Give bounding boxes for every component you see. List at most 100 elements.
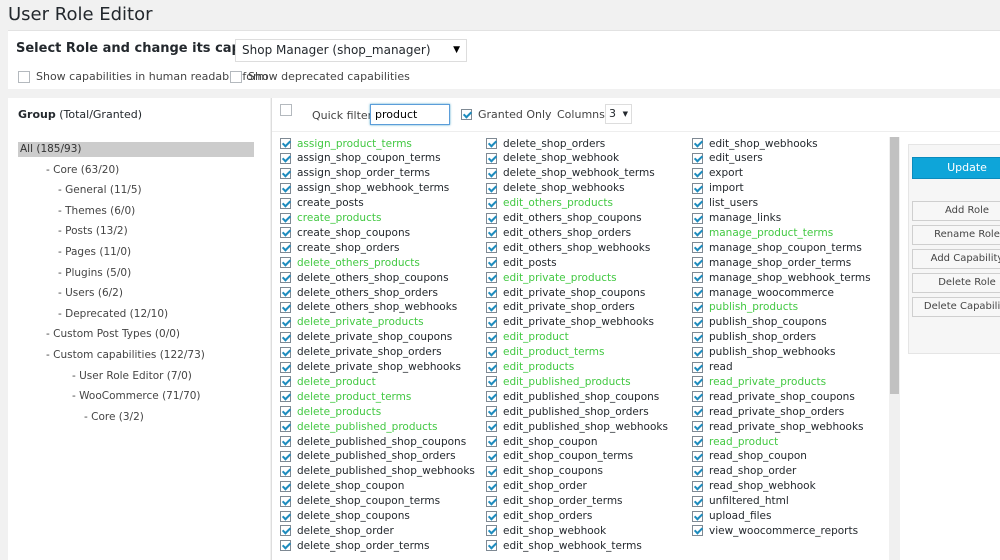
capability-item[interactable]: read_shop_webhook xyxy=(692,479,816,494)
group-item[interactable]: - Deprecated (12/10) xyxy=(58,307,168,322)
delete-capability-button[interactable]: Delete Capability xyxy=(912,297,1000,317)
capability-checkbox[interactable] xyxy=(486,495,497,507)
capability-item[interactable]: manage_shop_coupon_terms xyxy=(692,240,862,255)
capability-checkbox[interactable] xyxy=(486,436,497,447)
granted-only-option[interactable]: Granted Only xyxy=(461,108,552,121)
capability-item[interactable]: publish_shop_coupons xyxy=(692,315,827,330)
capability-checkbox[interactable] xyxy=(486,212,497,224)
capability-checkbox[interactable] xyxy=(692,510,703,522)
capability-checkbox[interactable] xyxy=(692,495,703,507)
capability-checkbox[interactable] xyxy=(280,540,291,552)
capability-item[interactable]: edit_private_shop_coupons xyxy=(486,285,645,300)
capability-checkbox[interactable] xyxy=(692,152,703,164)
capability-item[interactable]: edit_shop_order_terms xyxy=(486,494,623,509)
group-item[interactable]: - WooCommerce (71/70) xyxy=(72,389,201,404)
capability-item[interactable]: edit_product_terms xyxy=(486,345,604,360)
capability-checkbox[interactable] xyxy=(692,465,703,477)
capability-item[interactable]: upload_files xyxy=(692,509,771,524)
capability-checkbox[interactable] xyxy=(486,525,497,537)
capability-checkbox[interactable] xyxy=(280,406,291,418)
capability-checkbox[interactable] xyxy=(486,346,497,358)
capability-item[interactable]: delete_published_shop_orders xyxy=(280,449,456,464)
group-item[interactable]: - Plugins (5/0) xyxy=(58,266,131,281)
capability-item[interactable]: edit_shop_orders xyxy=(486,509,592,524)
capability-checkbox[interactable] xyxy=(486,480,497,492)
capability-checkbox[interactable] xyxy=(280,376,291,388)
select-all-checkbox[interactable] xyxy=(280,104,292,116)
capability-checkbox[interactable] xyxy=(280,212,291,224)
capability-item[interactable]: publish_products xyxy=(692,300,798,315)
capability-checkbox[interactable] xyxy=(486,376,497,388)
capability-item[interactable]: create_posts xyxy=(280,196,364,211)
capability-item[interactable]: edit_others_shop_webhooks xyxy=(486,240,650,255)
group-item[interactable]: - Custom capabilities (122/73) xyxy=(46,348,205,363)
capability-item[interactable]: delete_others_products xyxy=(280,255,420,270)
capability-item[interactable]: delete_shop_webhook xyxy=(486,151,619,166)
group-item[interactable]: - Users (6/2) xyxy=(58,286,123,301)
capability-item[interactable]: read_private_products xyxy=(692,374,826,389)
capability-checkbox[interactable] xyxy=(280,227,291,239)
capability-checkbox[interactable] xyxy=(280,465,291,477)
capability-item[interactable]: delete_shop_webhooks xyxy=(486,181,625,196)
capability-item[interactable]: create_shop_orders xyxy=(280,240,400,255)
capability-item[interactable]: assign_product_terms xyxy=(280,136,412,151)
capability-item[interactable]: edit_others_products xyxy=(486,196,613,211)
capability-item[interactable]: edit_products xyxy=(486,360,574,375)
capability-item[interactable]: delete_products xyxy=(280,404,381,419)
capability-item[interactable]: delete_published_shop_coupons xyxy=(280,434,466,449)
deprecated-option[interactable]: Show deprecated capabilities xyxy=(230,70,410,83)
capabilities-scrollbar[interactable] xyxy=(889,137,900,560)
capability-checkbox[interactable] xyxy=(486,287,497,298)
capability-checkbox[interactable] xyxy=(280,391,291,403)
capability-checkbox[interactable] xyxy=(486,406,497,418)
capability-checkbox[interactable] xyxy=(280,421,291,433)
capability-item[interactable]: edit_shop_coupon xyxy=(486,434,597,449)
capability-checkbox[interactable] xyxy=(692,391,703,403)
capability-checkbox[interactable] xyxy=(486,391,497,403)
capability-checkbox[interactable] xyxy=(692,331,703,343)
capability-item[interactable]: list_users xyxy=(692,196,758,211)
group-item[interactable]: - Pages (11/0) xyxy=(58,245,131,260)
capability-item[interactable]: delete_shop_webhook_terms xyxy=(486,166,655,181)
capability-item[interactable]: edit_others_shop_orders xyxy=(486,225,631,240)
capability-checkbox[interactable] xyxy=(692,346,703,358)
group-item[interactable]: - Core (3/2) xyxy=(84,410,144,425)
capability-checkbox[interactable] xyxy=(692,212,703,224)
capability-item[interactable]: edit_shop_webhook_terms xyxy=(486,538,642,553)
capability-item[interactable]: edit_published_shop_webhooks xyxy=(486,419,668,434)
capability-item[interactable]: assign_shop_coupon_terms xyxy=(280,151,441,166)
capability-item[interactable]: delete_shop_coupon_terms xyxy=(280,494,440,509)
capability-checkbox[interactable] xyxy=(692,287,703,298)
capability-checkbox[interactable] xyxy=(692,361,703,373)
group-item[interactable]: - Themes (6/0) xyxy=(58,204,135,219)
capability-item[interactable]: manage_product_terms xyxy=(692,225,833,240)
capability-item[interactable]: delete_product_terms xyxy=(280,389,411,404)
add-role-button[interactable]: Add Role xyxy=(912,201,1000,221)
capability-checkbox[interactable] xyxy=(486,197,497,209)
capability-checkbox[interactable] xyxy=(692,242,703,254)
capability-item[interactable]: read_shop_coupon xyxy=(692,449,807,464)
capability-item[interactable]: delete_product xyxy=(280,374,376,389)
capability-checkbox[interactable] xyxy=(280,257,291,269)
capability-checkbox[interactable] xyxy=(692,525,703,537)
group-item-selected[interactable]: All (185/93) xyxy=(18,142,254,157)
capability-checkbox[interactable] xyxy=(692,138,703,149)
capability-checkbox[interactable] xyxy=(692,301,703,313)
update-button[interactable]: Update xyxy=(912,157,1000,179)
capability-checkbox[interactable] xyxy=(692,257,703,269)
scrollbar-thumb[interactable] xyxy=(890,137,899,394)
capability-checkbox[interactable] xyxy=(486,301,497,313)
capability-checkbox[interactable] xyxy=(692,167,703,179)
capability-checkbox[interactable] xyxy=(280,480,291,492)
capability-checkbox[interactable] xyxy=(486,421,497,433)
capability-checkbox[interactable] xyxy=(486,465,497,477)
capability-item[interactable]: manage_shop_order_terms xyxy=(692,255,851,270)
capability-item[interactable]: edit_others_shop_coupons xyxy=(486,211,642,226)
capability-checkbox[interactable] xyxy=(280,331,291,343)
capability-checkbox[interactable] xyxy=(692,182,703,194)
capability-item[interactable]: read xyxy=(692,360,733,375)
capability-item[interactable]: delete_shop_coupon xyxy=(280,479,404,494)
capability-checkbox[interactable] xyxy=(692,480,703,492)
capability-item[interactable]: manage_links xyxy=(692,211,781,226)
capability-item[interactable]: edit_shop_coupon_terms xyxy=(486,449,633,464)
